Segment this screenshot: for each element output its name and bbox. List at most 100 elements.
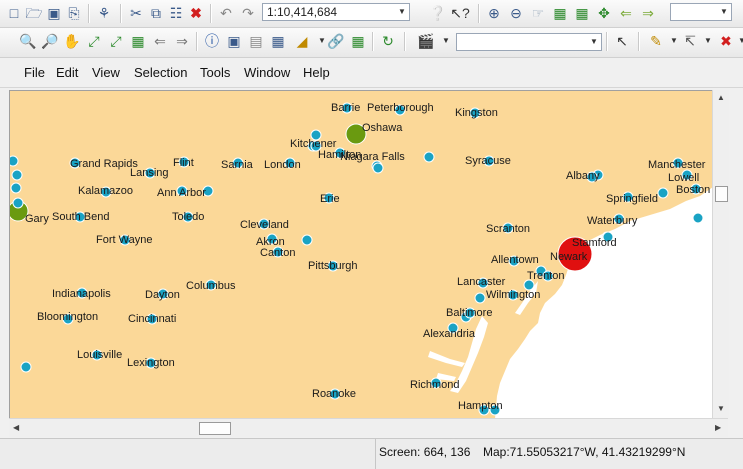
open-folder-icon[interactable]: 🗁 bbox=[24, 3, 44, 23]
menu-window[interactable]: Window bbox=[244, 65, 290, 80]
identify-icon[interactable]: ⓘ bbox=[202, 31, 222, 51]
city-label: Allentown bbox=[491, 254, 539, 266]
chevron-down-icon[interactable]: ▼ bbox=[698, 31, 718, 51]
hyperlink-icon[interactable]: ▦ bbox=[268, 31, 288, 51]
forward-arrow-icon[interactable]: ⇒ bbox=[172, 31, 192, 51]
zoom-out-fixed-icon[interactable]: ⊖ bbox=[506, 3, 526, 23]
cut-icon[interactable]: ✂ bbox=[126, 3, 146, 23]
city-point[interactable] bbox=[372, 162, 384, 174]
select-features-icon[interactable]: ▣ bbox=[224, 31, 244, 51]
city-label: Lexington bbox=[127, 357, 175, 369]
pencil-icon[interactable]: ✎ bbox=[646, 31, 666, 51]
new-document-icon[interactable]: □ bbox=[4, 3, 24, 23]
city-point[interactable] bbox=[10, 155, 19, 167]
add-data-icon[interactable]: ⚘ bbox=[94, 3, 114, 23]
city-label: Cleveland bbox=[240, 219, 289, 231]
chevron-down-icon[interactable]: ▼ bbox=[717, 4, 731, 20]
zoom-layer-icon[interactable]: ▦ bbox=[572, 3, 592, 23]
menu-view[interactable]: View bbox=[92, 65, 120, 80]
map-scale-combo[interactable]: 1:10,414,684 ▼ bbox=[262, 3, 410, 21]
city-point[interactable] bbox=[11, 169, 23, 181]
delete-icon[interactable]: ✖ bbox=[186, 3, 206, 23]
city-label: Peterborough bbox=[367, 102, 434, 114]
pan-arrows-icon[interactable]: ✥ bbox=[594, 3, 614, 23]
toolbar-right-combo[interactable]: ▼ bbox=[670, 3, 732, 21]
city-label: Springfield bbox=[606, 193, 658, 205]
menu-tools[interactable]: Tools bbox=[200, 65, 230, 80]
city-label: Hampton bbox=[458, 400, 503, 412]
select-elements-icon[interactable]: ▤ bbox=[246, 31, 266, 51]
chevron-down-icon[interactable]: ▼ bbox=[587, 34, 601, 50]
chevron-down-icon[interactable]: ▼ bbox=[732, 31, 743, 51]
chevron-down-icon[interactable]: ▼ bbox=[436, 31, 456, 51]
city-point[interactable] bbox=[692, 212, 704, 224]
fixed-zoom-icon[interactable]: ▦ bbox=[128, 31, 148, 51]
video-icon[interactable]: 🎬 bbox=[416, 31, 436, 51]
city-label: Cincinnati bbox=[128, 313, 177, 325]
scroll-right-icon[interactable]: ▶ bbox=[715, 423, 721, 432]
measure-icon[interactable]: ◢ bbox=[292, 31, 312, 51]
map-scale-value: 1:10,414,684 bbox=[267, 5, 338, 19]
sketch-icon[interactable]: ↸ bbox=[680, 31, 700, 51]
toolbar-separator bbox=[606, 32, 608, 51]
next-extent-icon[interactable]: ⇒ bbox=[638, 3, 658, 23]
vertical-scroll-thumb[interactable] bbox=[715, 186, 728, 202]
city-label: Canton bbox=[260, 247, 296, 259]
redo-icon[interactable]: ↷ bbox=[238, 3, 258, 23]
city-point[interactable] bbox=[20, 361, 32, 373]
zoom-selected-icon[interactable]: ⤢ bbox=[106, 31, 126, 51]
map-canvas[interactable] bbox=[10, 91, 713, 419]
zoom-in-icon[interactable]: 🔍 bbox=[18, 31, 38, 51]
map-view[interactable]: Barrie Peterborough Kingston Oshawa Kitchene… bbox=[9, 90, 713, 419]
city-label: Grand Rapids bbox=[70, 158, 138, 170]
save-icon[interactable]: ▣ bbox=[44, 3, 64, 23]
city-label: Ann Arbor bbox=[157, 187, 206, 199]
full-extent-icon[interactable]: ▦ bbox=[550, 3, 570, 23]
scroll-left-icon[interactable]: ◀ bbox=[13, 423, 19, 432]
undo-icon[interactable]: ↶ bbox=[216, 3, 236, 23]
scroll-down-icon[interactable]: ▼ bbox=[717, 404, 725, 413]
city-label: Flint bbox=[173, 157, 194, 169]
city-label: Lowell bbox=[668, 172, 700, 184]
menu-selection[interactable]: Selection bbox=[134, 65, 187, 80]
table-icon[interactable]: ▦ bbox=[348, 31, 368, 51]
menu-file[interactable]: File bbox=[24, 65, 45, 80]
zoom-out-icon[interactable]: 🔎 bbox=[40, 31, 60, 51]
city-label: Toledo bbox=[172, 211, 205, 223]
city-point[interactable] bbox=[657, 187, 669, 199]
print-icon[interactable]: ⎘ bbox=[64, 3, 84, 23]
pan-hand-icon[interactable]: ✋ bbox=[62, 31, 82, 51]
full-extent-icon[interactable]: ⤢ bbox=[84, 31, 104, 51]
city-point[interactable] bbox=[423, 151, 435, 163]
city-label: Oshawa bbox=[362, 122, 403, 134]
edit-tool-icon[interactable]: ↖ bbox=[612, 31, 632, 51]
chevron-down-icon[interactable]: ▼ bbox=[395, 4, 409, 20]
help-icon[interactable]: ❔ bbox=[428, 3, 448, 23]
whats-this-icon[interactable]: ↖? bbox=[450, 3, 470, 23]
city-point[interactable] bbox=[301, 234, 313, 246]
city-point[interactable] bbox=[474, 292, 486, 304]
status-screen-coords: Screen: 664, 136 bbox=[379, 445, 471, 459]
zoom-in-fixed-icon[interactable]: ⊕ bbox=[484, 3, 504, 23]
city-label: Stamford bbox=[572, 237, 617, 249]
city-point[interactable] bbox=[12, 197, 24, 209]
city-label: Kalamazoo bbox=[78, 185, 134, 197]
layer-combo[interactable]: ▼ bbox=[456, 33, 602, 51]
copy-icon[interactable]: ⧉ bbox=[146, 3, 166, 23]
menu-edit[interactable]: Edit bbox=[56, 65, 78, 80]
find-icon[interactable]: 🔗 bbox=[326, 31, 346, 51]
toolbar-separator bbox=[478, 4, 480, 23]
menu-bar: File Edit View Selection Tools Window He… bbox=[0, 58, 743, 88]
vertical-scrollbar[interactable]: ▲ ▼ bbox=[712, 90, 729, 418]
paste-icon[interactable]: ☷ bbox=[166, 3, 186, 23]
pan-disabled-icon[interactable]: ☞ bbox=[528, 3, 548, 23]
city-point[interactable] bbox=[10, 182, 22, 194]
back-arrow-icon[interactable]: ⇐ bbox=[150, 31, 170, 51]
previous-extent-icon[interactable]: ⇐ bbox=[616, 3, 636, 23]
scroll-up-icon[interactable]: ▲ bbox=[717, 93, 725, 102]
horizontal-scroll-thumb[interactable] bbox=[199, 422, 231, 435]
horizontal-scrollbar[interactable]: ◀ ▶ bbox=[9, 418, 728, 437]
menu-help[interactable]: Help bbox=[303, 65, 330, 80]
city-label: Sarnia bbox=[221, 159, 253, 171]
refresh-icon[interactable]: ↻ bbox=[378, 31, 398, 51]
